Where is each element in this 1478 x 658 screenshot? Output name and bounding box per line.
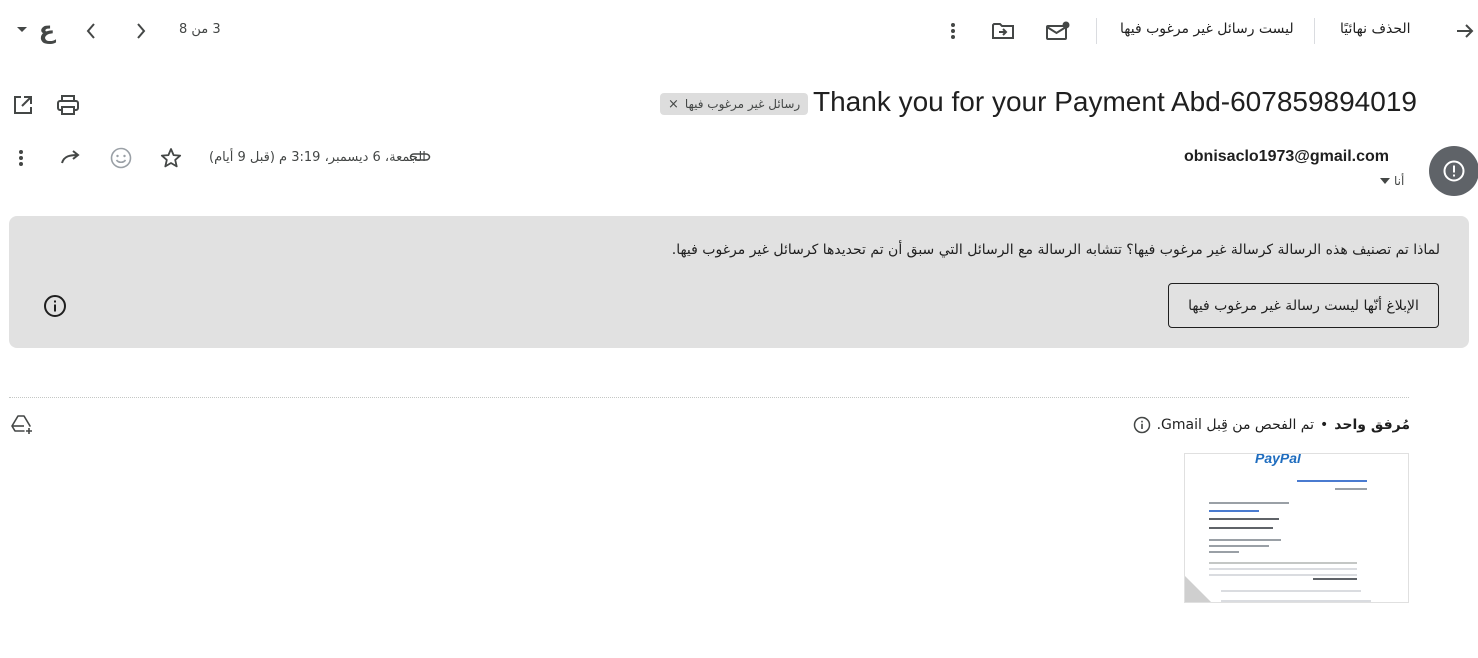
thumb-line <box>1209 545 1269 547</box>
thumb-line <box>1209 502 1289 504</box>
thumb-line <box>1209 510 1259 512</box>
attachment-clip-icon <box>408 149 432 165</box>
recipient-label: أنا <box>1394 174 1405 188</box>
star-icon[interactable] <box>158 145 184 171</box>
thumb-line <box>1221 590 1361 592</box>
dropdown-arrow-icon[interactable] <box>12 20 32 40</box>
spam-reason-text: لماذا تم تصنيف هذه الرسالة كرسالة غير مر… <box>671 242 1440 258</box>
spam-label-text: رسائل غير مرغوب فيها <box>684 97 801 111</box>
back-arrow-icon[interactable] <box>1452 18 1478 44</box>
thumb-line <box>1335 488 1367 490</box>
chevron-left-icon[interactable] <box>80 20 102 42</box>
thumb-line <box>1221 600 1371 602</box>
move-to-folder-icon[interactable] <box>990 18 1016 44</box>
spam-label-chip: رسائل غير مرغوب فيها × <box>660 93 809 115</box>
paypal-logo-text: PayPal <box>1255 453 1301 466</box>
sender-email[interactable]: obnisaclo1973@gmail.com <box>1184 148 1389 166</box>
info-icon[interactable] <box>42 293 68 319</box>
attachment-separator: • <box>1320 417 1329 433</box>
thumb-line <box>1209 562 1357 564</box>
chevron-right-icon[interactable] <box>130 20 152 42</box>
add-to-drive-icon[interactable] <box>9 413 35 437</box>
thumb-line <box>1297 480 1367 482</box>
spam-warning-banner <box>9 216 1469 348</box>
attachments-header: مُرفق واحد • تم الفحص من قِبل Gmail. <box>1133 416 1410 434</box>
more-options-icon[interactable] <box>942 20 964 42</box>
input-tools-button[interactable]: ع <box>34 14 60 46</box>
report-not-spam-button[interactable]: الإبلاغ أنّها ليست رسالة غير مرغوب فيها <box>1168 283 1439 328</box>
thumb-line <box>1209 568 1357 570</box>
delete-forever-button[interactable]: الحذف نهائيًا <box>1340 21 1411 37</box>
input-tools-glyph: ع <box>38 16 56 44</box>
pagination-counter: 3 من 8 <box>179 22 221 37</box>
avatar <box>1429 146 1478 196</box>
thumb-line <box>1209 574 1357 576</box>
print-icon[interactable] <box>54 92 82 118</box>
not-spam-button[interactable]: ليست رسائل غير مرغوب فيها <box>1120 21 1294 37</box>
toolbar-divider <box>1314 18 1315 44</box>
thumb-line <box>1209 539 1281 541</box>
scanned-by-gmail-text: تم الفحص من قِبل Gmail. <box>1156 417 1315 433</box>
email-subject: Thank you for your Payment Abd-607859894… <box>813 86 1417 117</box>
spam-warning-icon <box>1443 160 1465 182</box>
attachment-thumbnail[interactable]: PayPal <box>1184 453 1409 603</box>
info-icon[interactable] <box>1133 416 1151 434</box>
chevron-down-icon <box>1380 178 1390 184</box>
message-divider <box>9 397 1409 398</box>
reply-icon[interactable] <box>58 146 84 170</box>
thumb-line <box>1313 578 1357 580</box>
open-in-new-window-icon[interactable] <box>10 92 36 118</box>
recipient-dropdown[interactable]: أنا <box>1380 174 1404 188</box>
remove-label-icon[interactable]: × <box>668 97 679 112</box>
email-date: الجمعة، 6 ديسمبر، 3:19 م (قبل 9 أيام) <box>209 150 426 165</box>
page-fold <box>1185 576 1211 602</box>
emoji-reaction-icon[interactable] <box>108 145 134 171</box>
thumb-line <box>1209 527 1273 529</box>
thumb-line <box>1209 518 1279 520</box>
attachment-count: مُرفق واحد <box>1334 417 1410 433</box>
mark-unread-icon[interactable] <box>1045 18 1071 44</box>
more-actions-icon[interactable] <box>10 147 32 169</box>
thumb-line <box>1209 551 1239 553</box>
toolbar-divider <box>1096 18 1097 44</box>
